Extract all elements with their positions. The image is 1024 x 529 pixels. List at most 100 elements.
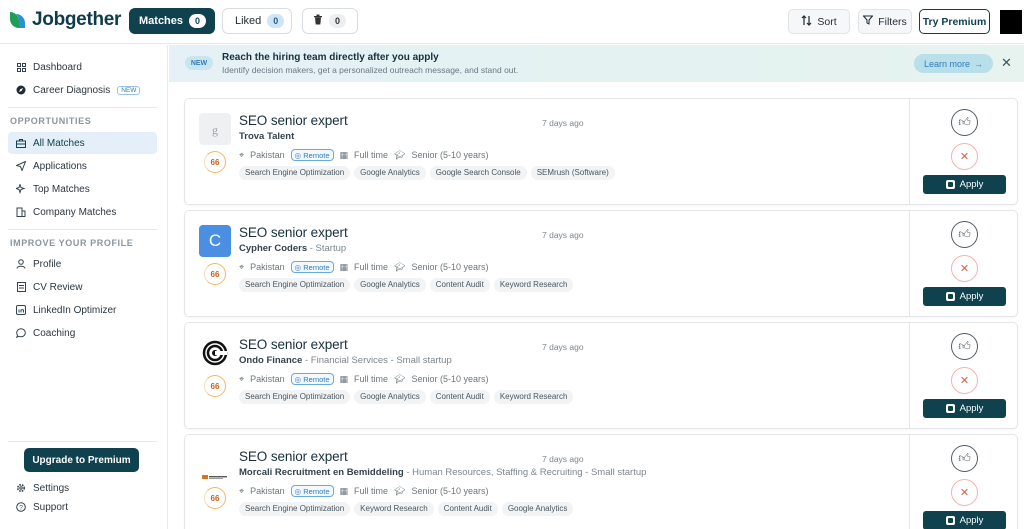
- location: Pakistan: [250, 374, 285, 384]
- sidebar-item-top-matches[interactable]: Top Matches: [8, 178, 157, 200]
- send-icon: [16, 161, 26, 171]
- apply-button[interactable]: Apply: [923, 175, 1006, 194]
- sidebar-item-label: Company Matches: [33, 206, 117, 218]
- like-button[interactable]: 👍︎: [951, 109, 978, 136]
- thumbs-up-icon: 👍︎: [958, 339, 971, 353]
- chat-bubble-icon: [16, 328, 26, 338]
- company-detail: - Human Resources, Staffing & Recruiting…: [403, 467, 647, 478]
- try-premium-button[interactable]: Try Premium: [919, 9, 990, 34]
- sidebar-item-profile[interactable]: Profile: [8, 253, 157, 275]
- sort-button[interactable]: Sort: [788, 9, 850, 34]
- sidebar-item-label: LinkedIn Optimizer: [33, 304, 117, 316]
- tab-liked[interactable]: Liked 0: [222, 8, 292, 34]
- sidebar-item-cv-review[interactable]: CV Review: [8, 276, 157, 298]
- filters-button[interactable]: Filters: [858, 9, 912, 34]
- tab-dismissed[interactable]: 0: [302, 8, 358, 34]
- company-detail: - Financial Services - Small startup: [302, 355, 452, 366]
- sort-label: Sort: [817, 15, 837, 28]
- location-pin-icon: ⌖: [239, 149, 245, 160]
- company-detail: - Startup: [307, 243, 347, 254]
- logo[interactable]: Jobgether: [6, 9, 121, 31]
- sidebar-item-company-matches[interactable]: Company Matches: [8, 201, 157, 223]
- job-title[interactable]: SEO senior expert: [239, 113, 348, 128]
- skill-tag: Keyword Research: [493, 390, 574, 404]
- sidebar-item-coaching[interactable]: Coaching: [8, 322, 157, 344]
- apply-icon: [945, 292, 955, 301]
- calendar-icon: ▦: [339, 373, 349, 384]
- skill-tag: Search Engine Optimization: [239, 502, 351, 516]
- sidebar-item-dashboard[interactable]: Dashboard: [8, 56, 157, 78]
- sidebar-item-support[interactable]: ? Support: [8, 496, 157, 518]
- upgrade-to-premium-button[interactable]: Upgrade to Premium: [24, 448, 139, 472]
- location: Pakistan: [250, 150, 285, 160]
- close-icon: ✕: [959, 375, 970, 387]
- learn-more-button[interactable]: Learn more →: [914, 54, 993, 73]
- like-button[interactable]: 👍︎: [951, 333, 978, 360]
- remote-label: Remote: [303, 375, 330, 384]
- dismiss-button[interactable]: ✕: [951, 479, 978, 506]
- posted-date: 7 days ago: [542, 454, 584, 464]
- skill-tag: SEMrush (Software): [530, 166, 615, 180]
- close-icon: ✕: [959, 151, 970, 163]
- calendar-icon: ▦: [339, 485, 349, 496]
- sidebar-item-label: All Matches: [33, 137, 85, 149]
- job-title[interactable]: SEO senior expert: [239, 225, 348, 240]
- job-card[interactable]: g 66 SEO senior expert 7 days ago Trova …: [184, 98, 1018, 205]
- remote-label: Remote: [303, 151, 330, 160]
- graduation-cap-icon: 🎓︎: [394, 149, 406, 160]
- job-title[interactable]: SEO senior expert: [239, 449, 348, 464]
- company-name[interactable]: Morcali Recruitment en Bemiddeling: [239, 467, 404, 478]
- grid-icon: [16, 62, 26, 72]
- apply-icon: [945, 404, 955, 413]
- sidebar-item-all-matches[interactable]: All Matches: [8, 132, 157, 154]
- card-actions: 👍︎ ✕ Apply: [909, 323, 1018, 428]
- like-button[interactable]: 👍︎: [951, 221, 978, 248]
- sidebar: Dashboard Career Diagnosis NEW OPPORTUNI…: [0, 45, 168, 529]
- sidebar-item-applications[interactable]: Applications: [8, 155, 157, 177]
- dismiss-button[interactable]: ✕: [951, 367, 978, 394]
- sidebar-item-career-diagnosis[interactable]: Career Diagnosis NEW: [8, 79, 157, 101]
- job-title[interactable]: SEO senior expert: [239, 337, 348, 352]
- employment-type: Full time: [354, 486, 389, 496]
- apply-button[interactable]: Apply: [923, 399, 1006, 418]
- posted-date: 7 days ago: [542, 342, 584, 352]
- sidebar-item-label: CV Review: [33, 281, 83, 293]
- company-name[interactable]: Cypher Coders: [239, 243, 307, 254]
- apply-label: Apply: [959, 179, 984, 190]
- compass-icon: [16, 85, 26, 95]
- calendar-icon: ▦: [339, 261, 349, 272]
- close-icon: ✕: [959, 263, 970, 275]
- job-card[interactable]: 66 SEO senior expert 7 days ago Morcali …: [184, 434, 1018, 529]
- close-icon[interactable]: ✕: [1001, 55, 1012, 71]
- apply-button[interactable]: Apply: [923, 287, 1006, 306]
- company-info: Trova Talent: [239, 131, 294, 142]
- learn-more-label: Learn more: [923, 58, 971, 69]
- dismiss-button[interactable]: ✕: [951, 143, 978, 170]
- job-card[interactable]: C 66 SEO senior expert 7 days ago Cypher…: [184, 210, 1018, 317]
- company-name[interactable]: Trova Talent: [239, 131, 294, 142]
- dismissed-count-badge: 0: [329, 14, 346, 28]
- card-actions: 👍︎ ✕ Apply: [909, 435, 1018, 529]
- location: Pakistan: [250, 262, 285, 272]
- sidebar-item-linkedin-optimizer[interactable]: LinkedIn Optimizer: [8, 299, 157, 321]
- tab-matches[interactable]: Matches 0: [129, 8, 215, 34]
- gear-icon: [16, 483, 26, 493]
- match-score: 66: [204, 151, 226, 173]
- like-button[interactable]: 👍︎: [951, 445, 978, 472]
- avatar[interactable]: [1000, 10, 1022, 34]
- thumbs-up-icon: 👍︎: [958, 227, 971, 241]
- skill-tags: Search Engine Optimization Google Analyt…: [239, 278, 574, 292]
- company-name[interactable]: Ondo Finance: [239, 355, 302, 366]
- sidebar-item-label: Settings: [33, 482, 70, 494]
- job-card[interactable]: 66 SEO senior expert 7 days ago Ondo Fin…: [184, 322, 1018, 429]
- thumbs-up-icon: 👍︎: [958, 115, 971, 129]
- announcement-banner: NEW Reach the hiring team directly after…: [169, 45, 1024, 82]
- close-icon: ✕: [959, 487, 970, 499]
- remote-badge: ◎ Remote: [290, 485, 334, 497]
- apply-button[interactable]: Apply: [923, 511, 1006, 529]
- dismiss-button[interactable]: ✕: [951, 255, 978, 282]
- calendar-icon: ▦: [339, 149, 349, 160]
- skill-tag: Content Audit: [429, 390, 490, 404]
- svg-text:g: g: [212, 123, 218, 137]
- company-info: Cypher Coders - Startup: [239, 243, 346, 254]
